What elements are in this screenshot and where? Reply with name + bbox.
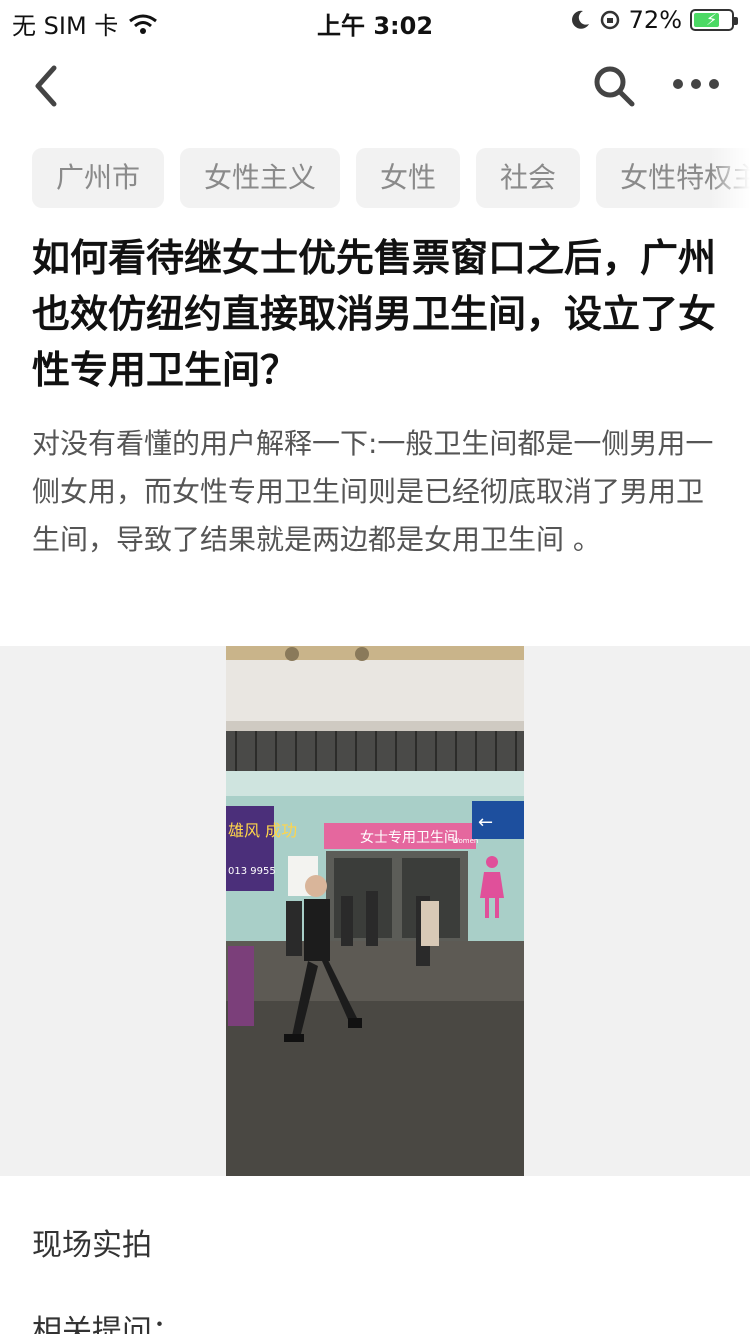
topic-tags: 广州市 女性主义 女性 社会 女性特权主 — [32, 148, 750, 208]
station-photo-illustration: 雄风 成功 013 9955 女士专用卫生间 Women ← — [226, 646, 524, 1176]
ad-board-phone: 013 9955 — [228, 866, 276, 877]
topic-tag[interactable]: 女性主义 — [180, 148, 341, 208]
question-title: 如何看待继女士优先售票窗口之后，广州也效仿纽约直接取消男卫生间，设立了女性专用卫… — [32, 236, 717, 392]
back-chevron-icon[interactable] — [28, 62, 64, 110]
moon-icon — [571, 10, 589, 29]
tags-fade-overlay — [710, 148, 750, 208]
topic-tag[interactable]: 女性 — [356, 148, 461, 208]
restroom-sign-text: 女士专用卫生间 — [360, 829, 458, 846]
rotation-lock-icon — [600, 10, 619, 30]
image-caption: 现场实拍 — [32, 1228, 152, 1263]
ad-board-text: 雄风 成功 — [228, 821, 297, 840]
status-bar: 无 SIM 卡 上午 3:02 72% ⚡ — [0, 0, 750, 40]
topic-tag[interactable]: 社会 — [476, 148, 581, 208]
nav-bar — [0, 44, 750, 132]
related-questions-label: 相关提问： — [32, 1314, 182, 1334]
topic-tag[interactable]: 广州市 — [32, 148, 165, 208]
status-right: 72% ⚡ — [569, 6, 738, 34]
question-photo[interactable]: 雄风 成功 013 9955 女士专用卫生间 Women ← — [226, 646, 524, 1176]
search-icon[interactable] — [592, 64, 636, 108]
more-dots-icon[interactable] — [672, 72, 720, 96]
question-image-container[interactable]: 雄风 成功 013 9955 女士专用卫生间 Women ← — [0, 646, 750, 1176]
question-description: 对没有看懂的用户解释一下:一般卫生间都是一侧男用一侧女用，而女性专用卫生间则是已… — [32, 427, 714, 556]
battery-percent: 72% — [628, 6, 682, 34]
battery-icon: ⚡ — [690, 9, 738, 31]
svg-text:←: ← — [478, 812, 493, 833]
page: 无 SIM 卡 上午 3:02 72% ⚡ 广州市 女性主义 女性 社会 女性特… — [0, 0, 750, 1334]
